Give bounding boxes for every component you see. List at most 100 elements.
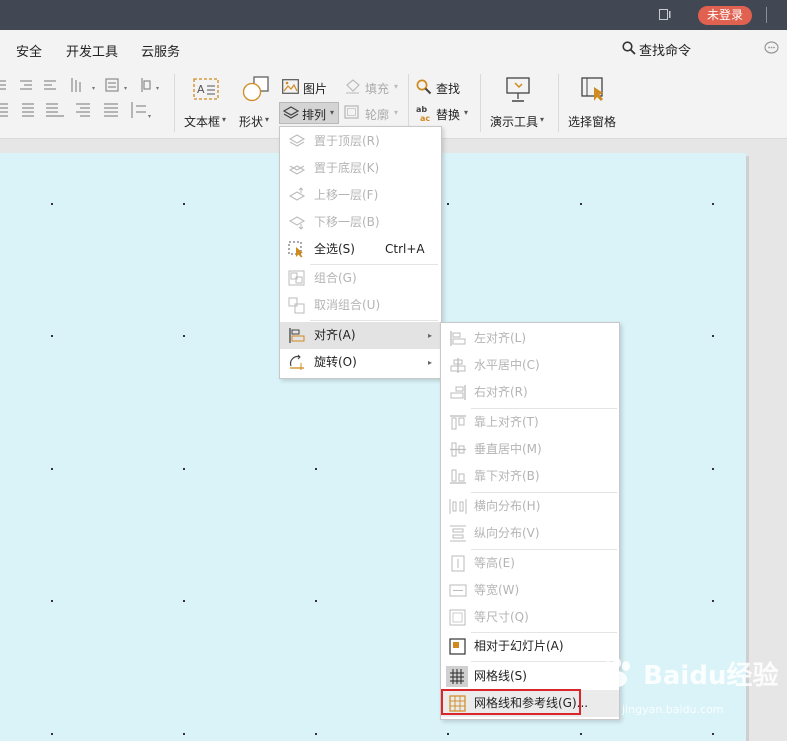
menu-send-backward[interactable]: 下移一层(B) [280, 209, 441, 236]
menu-item-label: 组合(G) [314, 271, 357, 285]
menu-item-label: 横向分布(H) [474, 499, 541, 513]
menu-item-label: 旋转(O) [314, 355, 357, 369]
align-top-icon [449, 414, 467, 431]
menu-align-left[interactable]: 左对齐(L) [441, 325, 619, 352]
menu-security[interactable]: 安全 [16, 41, 42, 60]
menu-same-width[interactable]: 等宽(W) [441, 577, 619, 604]
ribbon-divider [408, 74, 409, 132]
distribute-horizontal-icon [449, 498, 467, 515]
selection-pane-button[interactable]: 选择窗格 [566, 74, 622, 132]
menu-align-bottom[interactable]: 靠下对齐(B) [441, 463, 619, 490]
ribbon-divider [480, 74, 481, 132]
arrange-dropdown-menu: 置于顶层(R) 置于底层(K) 上移一层(F) 下移一层(B) 全选(S) Ct… [279, 126, 442, 379]
grid-dot [183, 203, 185, 205]
menu-same-size[interactable]: 等尺寸(Q) [441, 604, 619, 631]
svg-text:▾: ▾ [148, 113, 151, 120]
grid-dot [712, 600, 714, 602]
grid-dot [712, 733, 714, 735]
svg-text:▾: ▾ [124, 85, 127, 92]
menu-align-center[interactable]: 水平居中(C) [441, 352, 619, 379]
svg-text:▾: ▾ [92, 85, 95, 92]
fill-button[interactable]: 填充 ▾ [344, 78, 404, 98]
grid-dot [51, 733, 53, 735]
textbox-icon: A [193, 78, 219, 103]
menu-align[interactable]: 对齐(A) ▸ [280, 322, 441, 349]
fill-caret-icon: ▾ [394, 82, 399, 91]
bring-to-front-icon [288, 133, 306, 150]
paragraph-format-icons[interactable]: ▾ ▾ ▾ ▾ [0, 78, 170, 126]
picture-button[interactable]: 图片 [282, 78, 342, 98]
menu-cloud-service[interactable]: 云服务 [141, 41, 180, 60]
align-middle-icon [449, 441, 467, 458]
menu-item-label: 靠下对齐(B) [474, 469, 540, 483]
gridlines-icon [446, 666, 468, 687]
baidu-paw-logo-icon [600, 658, 634, 695]
menu-align-right[interactable]: 右对齐(R) [441, 379, 619, 406]
svg-text:ab: ab [416, 105, 427, 114]
menu-group[interactable]: 组合(G) [280, 265, 441, 292]
menu-bring-forward[interactable]: 上移一层(F) [280, 182, 441, 209]
menu-send-to-back[interactable]: 置于底层(K) [280, 155, 441, 182]
titlebar-divider [766, 7, 767, 23]
align-left-icon [449, 330, 467, 347]
ungroup-icon [288, 297, 306, 314]
replace-button[interactable]: ab ac 替换 ▾ [416, 104, 476, 124]
menu-rotate[interactable]: 旋转(O) ▸ [280, 349, 441, 376]
presentation-tools-button[interactable]: 演示工具 ▾ [488, 74, 550, 132]
outline-label: 轮廓 [365, 108, 390, 122]
distribute-vertical-icon [449, 525, 467, 542]
menu-item-label: 对齐(A) [314, 328, 356, 342]
feedback-icon[interactable] [764, 41, 779, 58]
grid-dot [51, 335, 53, 337]
menu-item-label: 取消组合(U) [314, 298, 381, 312]
menu-same-height[interactable]: 等高(E) [441, 550, 619, 577]
shape-button[interactable]: 形状 ▾ [236, 74, 274, 132]
outline-icon [344, 105, 361, 123]
fill-label: 填充 [365, 82, 390, 96]
menu-ungroup[interactable]: 取消组合(U) [280, 292, 441, 319]
textbox-button[interactable]: A 文本框 ▾ [182, 74, 230, 132]
same-height-icon [449, 555, 467, 572]
picture-label: 图片 [303, 82, 328, 96]
menu-item-label: 等尺寸(Q) [474, 610, 529, 624]
align-icon [288, 327, 306, 344]
menu-align-middle[interactable]: 垂直居中(M) [441, 436, 619, 463]
menu-item-label: 靠上对齐(T) [474, 415, 539, 429]
picture-icon [282, 79, 299, 97]
outline-button[interactable]: 轮廓 ▾ [344, 104, 404, 124]
menu-distribute-vertical[interactable]: 纵向分布(V) [441, 520, 619, 547]
grid-dot [712, 468, 714, 470]
presentation-tools-label: 演示工具 [490, 115, 539, 129]
window-mode-icon[interactable] [659, 9, 671, 20]
search-command[interactable]: 查找命令 [622, 40, 691, 59]
grid-dot [712, 203, 714, 205]
menu-item-label: 左对齐(L) [474, 331, 527, 345]
grid-dot [580, 733, 582, 735]
send-to-back-icon [288, 160, 306, 177]
menu-item-label: 置于顶层(R) [314, 134, 380, 148]
menu-item-label: 置于底层(K) [314, 161, 380, 175]
fill-icon [344, 79, 361, 97]
shape-label: 形状 [239, 115, 264, 129]
same-width-icon [449, 582, 467, 599]
grid-dot [183, 468, 185, 470]
align-right-icon [449, 384, 467, 401]
grid-dot [315, 600, 317, 602]
rotate-icon [288, 354, 306, 371]
login-button[interactable]: 未登录 [698, 6, 752, 25]
menu-relative-to-slide[interactable]: 相对于幻灯片(A) [441, 633, 619, 660]
grid-dot [183, 335, 185, 337]
menu-item-label: 垂直居中(M) [474, 442, 542, 456]
paragraph-format-group: ▾ ▾ ▾ ▾ [0, 76, 170, 126]
menu-developer-tools[interactable]: 开发工具 [66, 41, 118, 60]
menu-bring-to-front[interactable]: 置于顶层(R) [280, 128, 441, 155]
align-center-icon [449, 357, 467, 374]
find-button[interactable]: 查找 [416, 78, 471, 98]
grid-dot [712, 335, 714, 337]
menu-align-top[interactable]: 靠上对齐(T) [441, 409, 619, 436]
arrange-button[interactable]: 排列 ▾ [279, 102, 339, 124]
arrange-caret-icon: ▾ [330, 108, 335, 117]
menu-distribute-horizontal[interactable]: 横向分布(H) [441, 493, 619, 520]
menu-gridlines[interactable]: 网格线(S) [441, 663, 619, 690]
menu-select-all[interactable]: 全选(S) Ctrl+A [280, 236, 441, 263]
